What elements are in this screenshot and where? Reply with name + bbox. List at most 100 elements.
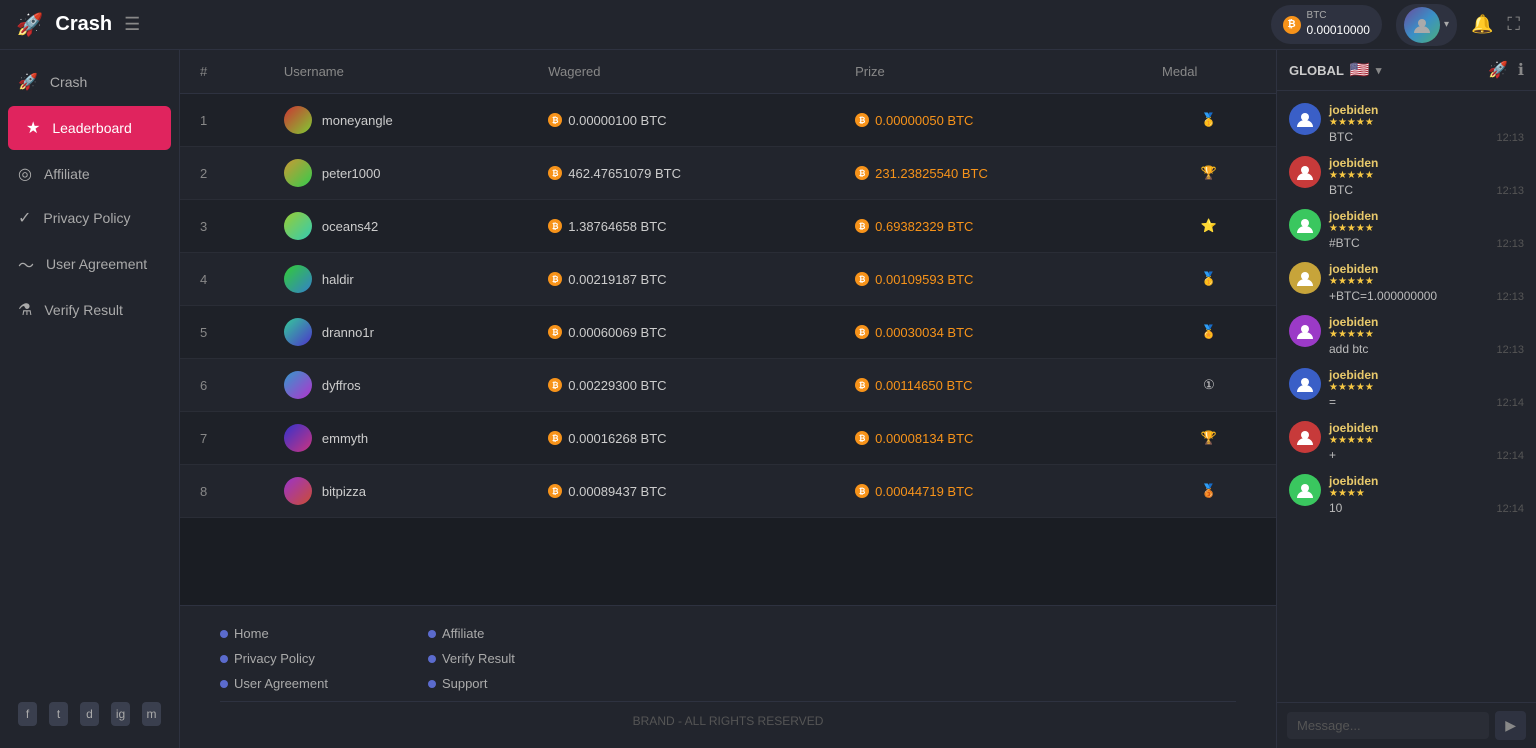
chat-message: joebiden ★★★★★ BTC 12:13 xyxy=(1277,97,1536,150)
btc-balance-value: 0.00010000 xyxy=(1307,23,1370,37)
table-header-row: # Username Wagered Prize Medal xyxy=(180,50,1276,94)
sidebar-item-user-agreement[interactable]: 〜 User Agreement xyxy=(0,240,179,288)
chat-send-button[interactable]: ▶ xyxy=(1495,711,1526,740)
medium-icon[interactable]: m xyxy=(142,702,161,726)
chat-msg-body: joebiden ★★★★★ BTC xyxy=(1329,103,1488,144)
chat-username: joebiden xyxy=(1329,368,1488,382)
chat-stars: ★★★★★ xyxy=(1329,170,1488,181)
coin-icon-wagered: ₿ xyxy=(548,272,562,286)
btc-balance-widget[interactable]: ₿ BTC 0.00010000 xyxy=(1271,5,1382,44)
avatar-dropdown[interactable]: ▾ xyxy=(1396,4,1457,46)
bell-icon[interactable]: 🔔 xyxy=(1471,14,1493,34)
chat-msg-body: joebiden ★★★★ 10 xyxy=(1329,474,1488,515)
sidebar-item-crash[interactable]: 🚀 Crash xyxy=(0,60,179,104)
prize-cell: ₿ 0.00114650 BTC xyxy=(835,359,1142,412)
footer-user-agreement-label: User Agreement xyxy=(234,676,328,691)
chat-message: joebiden ★★★★★ + 12:14 xyxy=(1277,415,1536,468)
main-layout: 🚀 Crash ★ Leaderboard ◎ Affiliate ✓ Priv… xyxy=(0,50,1536,748)
coin-icon-prize: ₿ xyxy=(855,219,869,233)
wave-icon: 〜 xyxy=(18,252,34,276)
info-chat-icon[interactable]: ℹ xyxy=(1518,60,1524,80)
chat-msg-body: joebiden ★★★★★ = xyxy=(1329,368,1488,409)
wagered-value: 0.00000100 BTC xyxy=(568,113,666,128)
username-label: emmyth xyxy=(322,431,368,446)
chat-text: +BTC=1.000000000 xyxy=(1329,289,1488,303)
rank-cell: 6 xyxy=(180,359,264,412)
wagered-cell: ₿ 1.38764658 BTC xyxy=(528,200,835,253)
prize-cell: ₿ 0.00008134 BTC xyxy=(835,412,1142,465)
coin-icon-wagered: ₿ xyxy=(548,431,562,445)
chat-input[interactable] xyxy=(1287,712,1489,739)
instagram-icon[interactable]: ig xyxy=(111,702,130,726)
footer-affiliate-label: Affiliate xyxy=(442,626,484,641)
sidebar-item-affiliate[interactable]: ◎ Affiliate xyxy=(0,152,179,196)
chat-msg-body: joebiden ★★★★★ +BTC=1.000000000 xyxy=(1329,262,1488,303)
leaderboard-container: # Username Wagered Prize Medal 1 moneyan… xyxy=(180,50,1276,605)
footer-link-affiliate[interactable]: Affiliate xyxy=(428,626,515,641)
content-area: # Username Wagered Prize Medal 1 moneyan… xyxy=(180,50,1276,748)
footer-link-privacy[interactable]: Privacy Policy xyxy=(220,651,328,666)
dot-user-agreement xyxy=(220,680,228,688)
chat-username: joebiden xyxy=(1329,103,1488,117)
chat-user-avatar xyxy=(1289,209,1321,241)
sidebar-item-verify-label: Verify Result xyxy=(44,302,123,318)
footer-privacy-label: Privacy Policy xyxy=(234,651,315,666)
facebook-icon[interactable]: f xyxy=(18,702,37,726)
app-title: Crash xyxy=(55,13,112,36)
chat-timestamp: 12:14 xyxy=(1496,397,1524,409)
footer: Home Privacy Policy User Agreement Affil… xyxy=(180,605,1276,748)
chat-msg-body: joebiden ★★★★★ add btc xyxy=(1329,315,1488,356)
username-label: bitpizza xyxy=(322,484,366,499)
sidebar-item-leaderboard-label: Leaderboard xyxy=(52,120,131,136)
rank-cell: 3 xyxy=(180,200,264,253)
username-label: dyffros xyxy=(322,378,361,393)
chevron-down-icon: ▾ xyxy=(1444,19,1449,30)
coin-icon-prize: ₿ xyxy=(855,113,869,127)
prize-value: 0.69382329 BTC xyxy=(875,219,973,234)
chat-message: joebiden ★★★★★ add btc 12:13 xyxy=(1277,309,1536,362)
wagered-cell: ₿ 0.00219187 BTC xyxy=(528,253,835,306)
prize-value: 0.00008134 BTC xyxy=(875,431,973,446)
medal-cell: ⭐ xyxy=(1142,200,1276,253)
medal-cell: 🏆 xyxy=(1142,147,1276,200)
footer-link-home[interactable]: Home xyxy=(220,626,328,641)
check-icon: ✓ xyxy=(18,208,31,228)
chat-user-avatar xyxy=(1289,315,1321,347)
menu-icon[interactable]: ☰ xyxy=(124,14,140,35)
chat-stars: ★★★★★ xyxy=(1329,382,1488,393)
user-avatar-3 xyxy=(284,265,312,293)
twitter-icon[interactable]: t xyxy=(49,702,68,726)
chat-timestamp: 12:14 xyxy=(1496,450,1524,462)
expand-icon[interactable]: ⛶ xyxy=(1507,14,1520,35)
wagered-value: 0.00229300 BTC xyxy=(568,378,666,393)
prize-value: 0.00000050 BTC xyxy=(875,113,973,128)
chat-stars: ★★★★★ xyxy=(1329,329,1488,340)
sidebar-item-privacy[interactable]: ✓ Privacy Policy xyxy=(0,196,179,240)
footer-verify-label: Verify Result xyxy=(442,651,515,666)
rocket-chat-icon[interactable]: 🚀 xyxy=(1488,60,1508,80)
footer-link-support[interactable]: Support xyxy=(428,676,515,691)
chat-username: joebiden xyxy=(1329,209,1488,223)
sidebar-item-verify[interactable]: ⚗ Verify Result xyxy=(0,288,179,332)
footer-link-verify[interactable]: Verify Result xyxy=(428,651,515,666)
topnav: 🚀 Crash ☰ ₿ BTC 0.00010000 ▾ 🔔 ⛶ xyxy=(0,0,1536,50)
footer-link-user-agreement[interactable]: User Agreement xyxy=(220,676,328,691)
prize-cell: ₿ 0.00000050 BTC xyxy=(835,94,1142,147)
col-username: Username xyxy=(264,50,528,94)
flag-icon: 🇺🇸 xyxy=(1350,60,1370,80)
col-prize: Prize xyxy=(835,50,1142,94)
sidebar-item-leaderboard[interactable]: ★ Leaderboard xyxy=(8,106,171,150)
medal-cell: 🥇 xyxy=(1142,253,1276,306)
chat-stars: ★★★★ xyxy=(1329,488,1488,499)
chat-timestamp: 12:13 xyxy=(1496,344,1524,356)
chat-global-label: GLOBAL xyxy=(1289,63,1344,78)
chat-msg-body: joebiden ★★★★★ + xyxy=(1329,421,1488,462)
rocket-icon: 🚀 xyxy=(18,72,38,92)
footer-support-label: Support xyxy=(442,676,488,691)
medal-cell: 🏆 xyxy=(1142,412,1276,465)
chat-message: joebiden ★★★★★ BTC 12:13 xyxy=(1277,150,1536,203)
chat-message: joebiden ★★★★★ = 12:14 xyxy=(1277,362,1536,415)
chat-stars: ★★★★★ xyxy=(1329,117,1488,128)
discord-icon[interactable]: d xyxy=(80,702,99,726)
table-row: 6 dyffros ₿ 0.00229300 BTC ₿ 0.00114650 … xyxy=(180,359,1276,412)
